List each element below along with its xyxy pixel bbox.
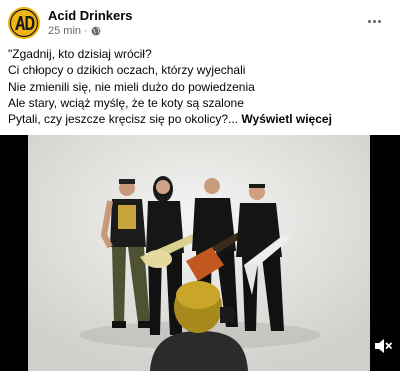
more-options-icon[interactable] xyxy=(362,11,386,31)
globe-icon[interactable] xyxy=(91,26,101,36)
page-avatar[interactable] xyxy=(8,7,40,39)
menu-dot xyxy=(367,19,371,23)
facebook-post: Acid Drinkers 25 min · "Zgadnij, kto dzi… xyxy=(0,0,400,371)
post-line: Nie zmienili się, nie mieli dużo do powi… xyxy=(8,79,255,94)
post-time[interactable]: 25 min xyxy=(48,25,81,37)
post-line: Ci chłopcy o dzikich oczach, którzy wyje… xyxy=(8,63,246,78)
meta-separator: · xyxy=(84,25,88,37)
post-meta: 25 min · xyxy=(48,25,101,37)
post-text: "Zgadnij, kto dzisiaj wrócił? Ci chłopcy… xyxy=(8,46,392,127)
menu-dot xyxy=(372,19,376,23)
post-line: Pytali, czy jeszcze kręcisz się po okoli… xyxy=(8,112,239,127)
post-line-last: Pytali, czy jeszcze kręcisz się po okoli… xyxy=(8,111,392,127)
post-header: Acid Drinkers 25 min · xyxy=(8,7,392,41)
speaker-icon xyxy=(375,339,392,353)
acid-drinkers-logo xyxy=(8,7,40,39)
page-name[interactable]: Acid Drinkers xyxy=(48,8,133,23)
post-line: Ale stary, wciąż myślę, że te koty są sz… xyxy=(8,95,244,110)
see-more-link[interactable]: Wyświetl więcej xyxy=(241,112,332,126)
post-line: "Zgadnij, kto dzisiaj wrócił? xyxy=(8,47,152,61)
video-frame xyxy=(0,135,400,371)
video-player[interactable] xyxy=(0,135,400,371)
volume-muted-icon[interactable] xyxy=(372,335,394,357)
menu-dot xyxy=(377,19,381,23)
